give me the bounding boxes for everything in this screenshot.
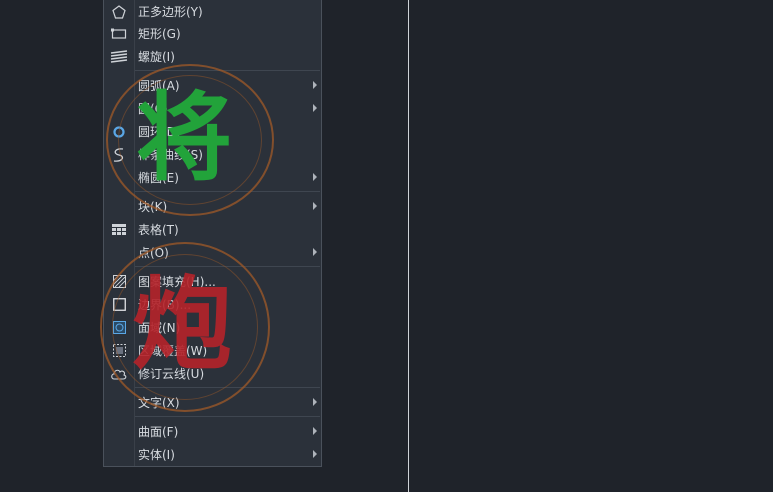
submenu-arrow-icon <box>313 248 317 256</box>
donut-icon <box>104 120 134 143</box>
region-icon <box>104 316 134 339</box>
draw-context-menu: 正多边形(Y) 矩形(G) 螺旋(I) 圆弧(A) 圆(C) 圆环(D) 样条曲… <box>103 0 322 467</box>
menu-item-label: 表格(T) <box>138 223 179 237</box>
menu-item-boundary[interactable]: 边界(B)... <box>104 293 321 316</box>
menu-separator <box>135 387 320 388</box>
submenu-arrow-icon <box>313 427 317 435</box>
menu-item-region[interactable]: 面域(N) <box>104 316 321 339</box>
menu-item-helix[interactable]: 螺旋(I) <box>104 45 321 68</box>
menu-item-surface[interactable]: 曲面(F) <box>104 420 321 443</box>
crosshair-vertical-line <box>408 0 409 492</box>
menu-item-polygon[interactable]: 正多边形(Y) <box>104 0 321 23</box>
wipeout-icon <box>104 339 134 362</box>
menu-item-revcloud[interactable]: 修订云线(U) <box>104 362 321 385</box>
helix-icon <box>104 45 134 68</box>
menu-item-label: 椭圆(E) <box>138 171 179 185</box>
menu-item-label: 点(O) <box>138 246 169 260</box>
revcloud-icon <box>104 362 134 385</box>
menu-item-label: 样条曲线(S) <box>138 148 203 162</box>
menu-item-rectangle[interactable]: 矩形(G) <box>104 22 321 45</box>
menu-item-label: 边界(B)... <box>138 298 192 312</box>
menu-item-label: 矩形(G) <box>138 27 181 41</box>
boundary-icon <box>104 293 134 316</box>
menu-item-label: 实体(I) <box>138 448 175 462</box>
menu-item-spline[interactable]: 样条曲线(S) <box>104 143 321 166</box>
submenu-arrow-icon <box>313 450 317 458</box>
menu-item-hatch[interactable]: 图案填充(H)... <box>104 270 321 293</box>
submenu-arrow-icon <box>313 81 317 89</box>
submenu-arrow-icon <box>313 104 317 112</box>
menu-item-label: 文字(X) <box>138 396 180 410</box>
menu-item-block[interactable]: 块(K) <box>104 195 321 218</box>
table-icon <box>104 218 134 241</box>
menu-item-point[interactable]: 点(O) <box>104 241 321 264</box>
submenu-arrow-icon <box>313 173 317 181</box>
menu-item-label: 曲面(F) <box>138 425 179 439</box>
menu-item-table[interactable]: 表格(T) <box>104 218 321 241</box>
menu-item-solid[interactable]: 实体(I) <box>104 443 321 466</box>
menu-separator <box>135 266 320 267</box>
submenu-arrow-icon <box>313 202 317 210</box>
menu-item-label: 螺旋(I) <box>138 50 175 64</box>
polygon-icon <box>104 0 134 23</box>
menu-item-label: 圆环(D) <box>138 125 181 139</box>
hatch-icon <box>104 270 134 293</box>
submenu-arrow-icon <box>313 398 317 406</box>
menu-item-circle[interactable]: 圆(C) <box>104 97 321 120</box>
menu-item-wipeout[interactable]: 区域覆盖(W) <box>104 339 321 362</box>
menu-item-label: 正多边形(Y) <box>138 5 203 19</box>
menu-item-label: 圆弧(A) <box>138 79 180 93</box>
menu-item-text[interactable]: 文字(X) <box>104 391 321 414</box>
menu-item-label: 图案填充(H)... <box>138 275 216 289</box>
menu-item-ellipse[interactable]: 椭圆(E) <box>104 166 321 189</box>
menu-separator <box>135 191 320 192</box>
menu-separator <box>135 416 320 417</box>
menu-item-label: 块(K) <box>138 200 168 214</box>
menu-item-label: 区域覆盖(W) <box>138 344 208 358</box>
menu-separator <box>135 70 320 71</box>
spline-icon <box>104 143 134 166</box>
menu-item-label: 面域(N) <box>138 321 181 335</box>
menu-item-arc[interactable]: 圆弧(A) <box>104 74 321 97</box>
menu-item-label: 圆(C) <box>138 102 168 116</box>
rectangle-icon <box>104 22 134 45</box>
menu-item-donut[interactable]: 圆环(D) <box>104 120 321 143</box>
menu-item-label: 修订云线(U) <box>138 367 205 381</box>
